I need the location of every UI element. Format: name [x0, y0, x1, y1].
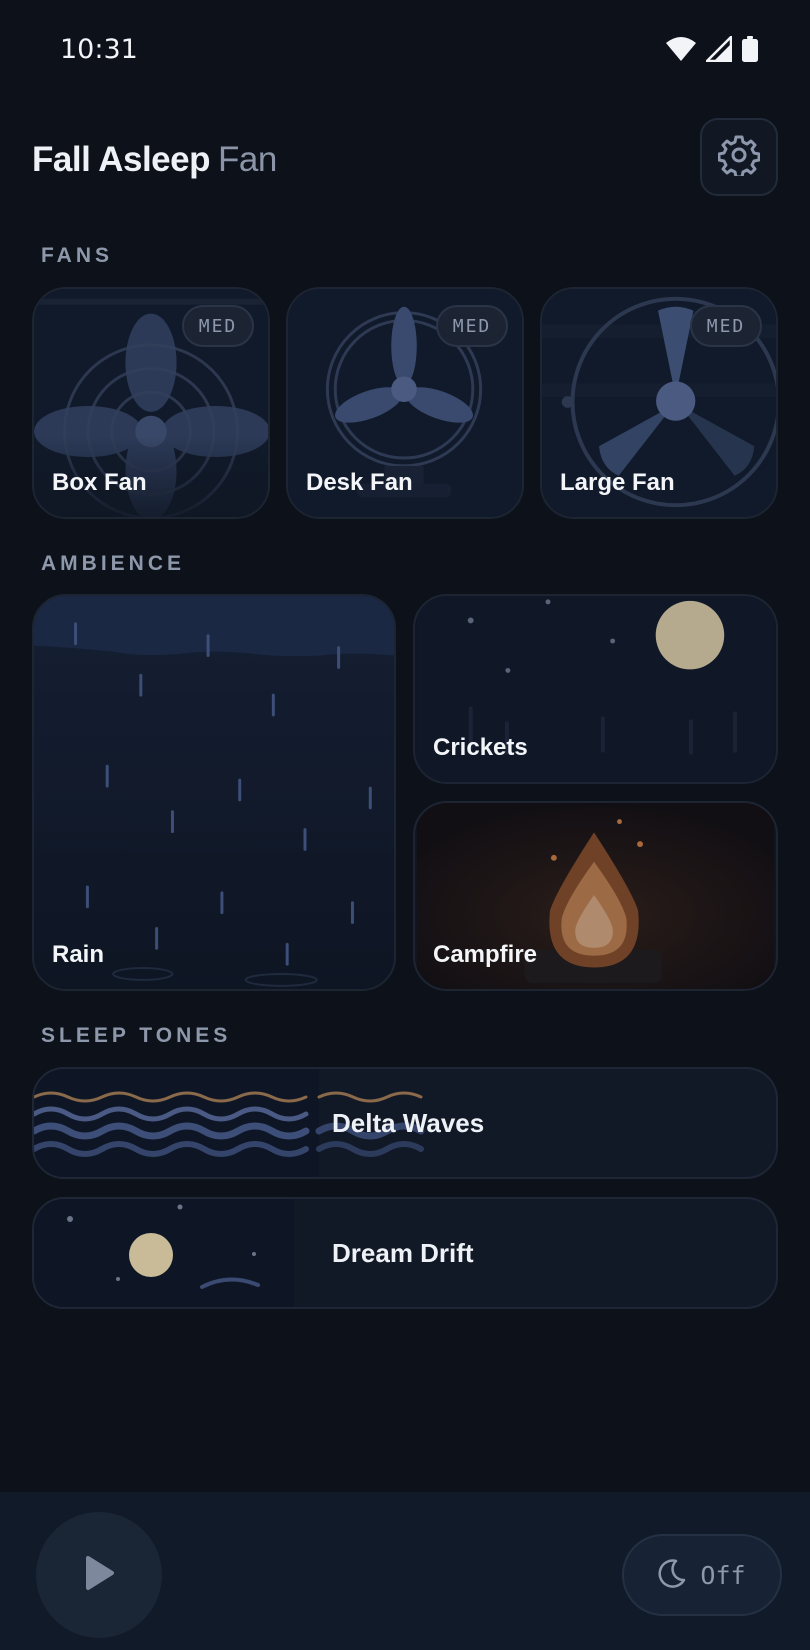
ambience-label: Rain: [52, 941, 105, 968]
rain-illustration: [34, 596, 394, 989]
section-label-fans: FANS: [41, 244, 114, 267]
app-title-bold: Fall Asleep: [32, 140, 211, 179]
fan-card-large-fan[interactable]: MED Large Fan: [540, 287, 778, 519]
ambience-label: Campfire: [433, 941, 538, 968]
fan-card-box-fan[interactable]: MED Box Fan: [32, 287, 270, 519]
status-bar: 10:31: [0, 0, 810, 100]
app-title-light: Fan: [218, 140, 277, 179]
tone-label: Dream Drift: [332, 1237, 474, 1268]
section-label-sleep-tones: SLEEP TONES: [41, 1024, 232, 1047]
fan-label: Large Fan: [560, 469, 675, 496]
wifi-icon: [666, 36, 696, 67]
dream-drift-illustration: [34, 1199, 294, 1307]
sleep-timer-label: Off: [700, 1560, 746, 1590]
fan-speed-badge[interactable]: MED: [690, 305, 762, 347]
ambience-card-crickets[interactable]: Crickets: [413, 594, 778, 784]
section-label-ambience: AMBIENCE: [41, 552, 186, 575]
app-header: Fall Asleep Fan: [0, 110, 810, 200]
status-time: 10:31: [60, 34, 138, 65]
player-bar: Off: [0, 1492, 810, 1650]
fan-label: Desk Fan: [306, 469, 413, 496]
app-title: Fall Asleep Fan: [32, 140, 277, 180]
gear-icon: [717, 134, 761, 181]
battery-icon: [742, 36, 758, 67]
play-icon: [82, 1554, 116, 1597]
moon-icon: [658, 1558, 686, 1593]
fan-speed-badge[interactable]: MED: [182, 305, 254, 347]
fan-speed-badge[interactable]: MED: [436, 305, 508, 347]
signal-icon: [703, 33, 733, 67]
sleep-timer-button[interactable]: Off: [622, 1534, 782, 1616]
ambience-card-rain[interactable]: Rain: [32, 594, 396, 991]
tone-card-delta-waves[interactable]: Delta Waves: [32, 1067, 778, 1179]
tone-label: Delta Waves: [332, 1107, 485, 1138]
fan-card-desk-fan[interactable]: MED Desk Fan: [286, 287, 524, 519]
ambience-card-campfire[interactable]: Campfire: [413, 801, 778, 991]
ambience-label: Crickets: [433, 734, 528, 761]
play-button[interactable]: [36, 1512, 162, 1638]
settings-button[interactable]: [700, 118, 778, 196]
tone-card-dream-drift[interactable]: Dream Drift: [32, 1197, 778, 1309]
fan-label: Box Fan: [52, 469, 147, 496]
status-icons: [666, 33, 758, 67]
